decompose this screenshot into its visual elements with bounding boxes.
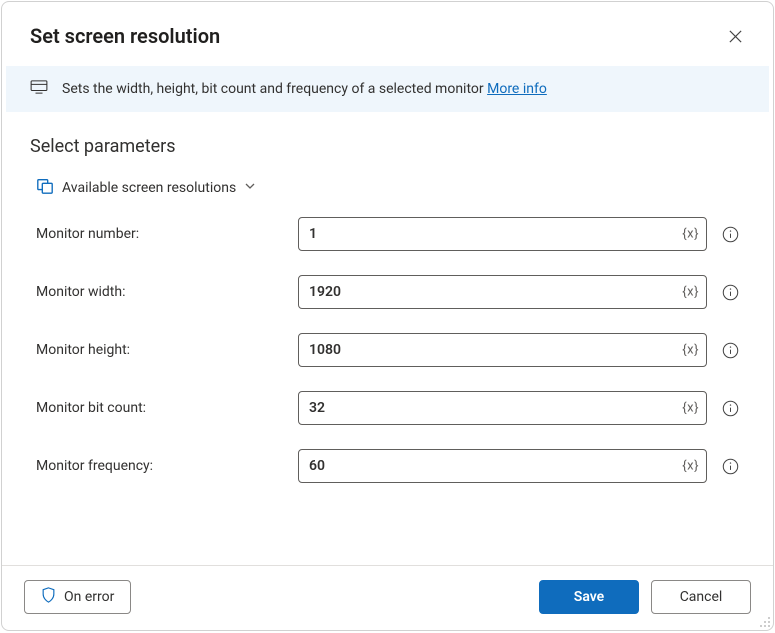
- info-banner: Sets the width, height, bit count and fr…: [6, 66, 769, 112]
- banner-text: Sets the width, height, bit count and fr…: [62, 81, 547, 97]
- field-monitor-frequency: Monitor frequency: {x}: [30, 449, 745, 483]
- footer-actions: Save Cancel: [539, 580, 751, 614]
- resize-grip[interactable]: [757, 614, 771, 628]
- info-button-monitor-width[interactable]: [715, 284, 745, 301]
- input-monitor-number[interactable]: [298, 217, 707, 251]
- close-icon: [728, 29, 743, 44]
- field-monitor-bit-count: Monitor bit count: {x}: [30, 391, 745, 425]
- input-monitor-frequency[interactable]: [298, 449, 707, 483]
- info-button-monitor-frequency[interactable]: [715, 458, 745, 475]
- input-wrap-monitor-frequency: {x}: [298, 449, 707, 483]
- info-icon: [722, 400, 739, 417]
- info-button-monitor-number[interactable]: [715, 226, 745, 243]
- close-button[interactable]: [721, 22, 749, 50]
- action-icon: [30, 80, 48, 98]
- info-icon: [722, 458, 739, 475]
- on-error-label: On error: [64, 589, 114, 605]
- field-monitor-number: Monitor number: {x}: [30, 217, 745, 251]
- save-button[interactable]: Save: [539, 580, 639, 614]
- label-monitor-bit-count: Monitor bit count:: [30, 400, 298, 416]
- dialog-title: Set screen resolution: [30, 24, 220, 48]
- input-monitor-bit-count[interactable]: [298, 391, 707, 425]
- variables-icon: [36, 177, 54, 199]
- info-button-monitor-height[interactable]: [715, 342, 745, 359]
- dialog-content: Select parameters Available screen resol…: [2, 112, 773, 565]
- info-button-monitor-bit-count[interactable]: [715, 400, 745, 417]
- info-icon: [722, 226, 739, 243]
- input-wrap-monitor-bit-count: {x}: [298, 391, 707, 425]
- input-monitor-height[interactable]: [298, 333, 707, 367]
- label-monitor-width: Monitor width:: [30, 284, 298, 300]
- input-wrap-monitor-width: {x}: [298, 275, 707, 309]
- available-resolutions-toggle[interactable]: Available screen resolutions: [36, 177, 745, 199]
- info-icon: [722, 342, 739, 359]
- label-monitor-height: Monitor height:: [30, 342, 298, 358]
- dialog-footer: On error Save Cancel: [2, 565, 773, 630]
- available-resolutions-label: Available screen resolutions: [62, 180, 236, 196]
- chevron-down-icon: [244, 180, 256, 196]
- more-info-link[interactable]: More info: [487, 81, 547, 97]
- set-screen-resolution-dialog: Set screen resolution Sets the width, he…: [1, 1, 774, 631]
- field-monitor-height: Monitor height: {x}: [30, 333, 745, 367]
- label-monitor-number: Monitor number:: [30, 226, 298, 242]
- info-icon: [722, 284, 739, 301]
- input-monitor-width[interactable]: [298, 275, 707, 309]
- input-wrap-monitor-number: {x}: [298, 217, 707, 251]
- field-monitor-width: Monitor width: {x}: [30, 275, 745, 309]
- shield-icon: [41, 587, 56, 607]
- on-error-button[interactable]: On error: [24, 580, 131, 614]
- input-wrap-monitor-height: {x}: [298, 333, 707, 367]
- dialog-header: Set screen resolution: [2, 2, 773, 66]
- label-monitor-frequency: Monitor frequency:: [30, 458, 298, 474]
- section-title: Select parameters: [30, 136, 745, 157]
- cancel-button[interactable]: Cancel: [651, 580, 751, 614]
